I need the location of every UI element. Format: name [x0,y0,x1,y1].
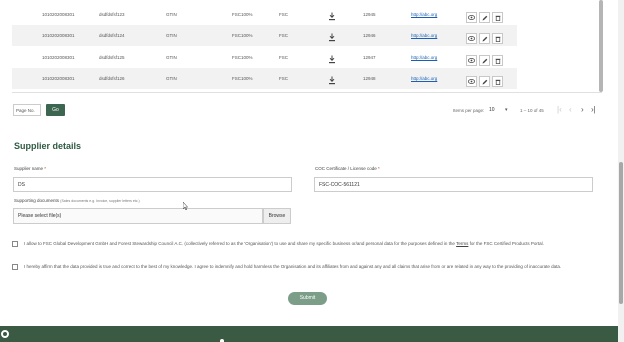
download-icon[interactable] [328,12,336,21]
download-icon[interactable] [328,33,336,42]
items-per-page-label: Items per page: [453,108,485,113]
cell-id: 1010202008301 [42,55,75,60]
affirm-checkbox[interactable] [12,264,18,270]
page-number-input[interactable]: Page No. [13,104,41,116]
cell-link[interactable]: http://abc.org [411,12,437,17]
trash-icon[interactable] [492,12,503,23]
last-page-icon[interactable]: ›| [591,105,596,115]
fsc-logo-icon [1,330,9,338]
consent-text: I allow to FSC Global Development GmbH a… [24,241,544,246]
cell-id: 1010202008301 [42,12,75,17]
pencil-icon[interactable] [479,12,490,23]
eye-icon[interactable] [466,55,477,66]
footer [0,326,618,342]
eye-icon[interactable] [466,12,477,23]
cell-id: 1010202008301 [42,33,75,38]
table-row: 1010202008301 dsdfdsfsf126 GTIN FSC100% FSC 1… [12,68,517,89]
chevron-down-icon[interactable]: ▾ [505,107,508,113]
table-row: 1010202008301 dsdfdsfsf123 GTIN FSC100% FSC 1… [12,4,517,25]
cell-count: 12948 [363,76,376,81]
trash-icon[interactable] [492,76,503,87]
page-scrollbar-thumb[interactable] [619,162,623,304]
cell-name: dsdfdsfsf124 [99,33,125,38]
cell-id: 1010202008301 [42,76,75,81]
coc-label: COC Certificate / License code * [315,166,380,171]
cell-count: 12946 [363,33,376,38]
divider [12,92,602,93]
file-input[interactable]: Please select file(s) [13,208,263,224]
submit-button[interactable]: Submit [288,292,327,305]
cell-link[interactable]: http://abc.org [411,33,437,38]
trash-icon[interactable] [492,33,503,44]
cell-type: GTIN [166,55,177,60]
table-scrollbar[interactable] [599,0,603,92]
consent-checkbox[interactable] [12,241,18,247]
eye-icon[interactable] [466,76,477,87]
prev-page-icon[interactable]: ‹ [569,105,572,115]
terms-link[interactable]: Terms [456,241,468,246]
supporting-docs-label: Supporting documents (Sales documents e.… [14,198,140,203]
coc-input[interactable]: FSC-COC-561121 [314,177,593,192]
pencil-icon[interactable] [479,76,490,87]
pencil-icon[interactable] [479,55,490,66]
cell-cert: FSC [279,55,288,60]
eye-icon[interactable] [466,33,477,44]
cell-name: dsdfdsfsf126 [99,76,125,81]
go-button[interactable]: Go [46,104,65,116]
cell-claim: FSC100% [232,76,253,81]
next-page-icon[interactable]: › [581,105,584,115]
cell-name: dsdfdsfsf123 [99,12,125,17]
cell-type: GTIN [166,76,177,81]
supplier-name-label: Supplier name * [14,166,47,171]
cell-claim: FSC100% [232,33,253,38]
download-icon[interactable] [328,55,336,64]
pencil-icon[interactable] [479,33,490,44]
items-per-page-select[interactable]: 10 [489,107,495,113]
cell-type: GTIN [166,33,177,38]
table-row: 1010202008301 dsdfdsfsf124 GTIN FSC100% FSC 1… [12,25,517,46]
cell-type: GTIN [166,12,177,17]
cell-link[interactable]: http://abc.org [411,55,437,60]
download-icon[interactable] [328,76,336,85]
cell-cert: FSC [279,12,288,17]
cell-claim: FSC100% [232,55,253,60]
cell-count: 12947 [363,55,376,60]
supplier-name-input[interactable]: DS [13,177,292,192]
cell-cert: FSC [279,76,288,81]
cell-link[interactable]: http://abc.org [411,76,437,81]
pagination-range: 1 – 10 of 45 [520,108,544,113]
cell-count: 12945 [363,12,376,17]
table-row: 1010202008301 dsdfdsfsf125 GTIN FSC100% FSC 1… [12,47,517,68]
section-title: Supplier details [14,141,82,151]
mouse-cursor-icon [183,202,188,210]
browse-button[interactable]: Browse [263,208,291,224]
cell-name: dsdfdsfsf125 [99,55,125,60]
affirm-text: I hereby affirm that the data provided i… [24,264,562,269]
first-page-icon[interactable]: |‹ [557,105,562,115]
trash-icon[interactable] [492,55,503,66]
cell-cert: FSC [279,33,288,38]
cell-claim: FSC100% [232,12,253,17]
